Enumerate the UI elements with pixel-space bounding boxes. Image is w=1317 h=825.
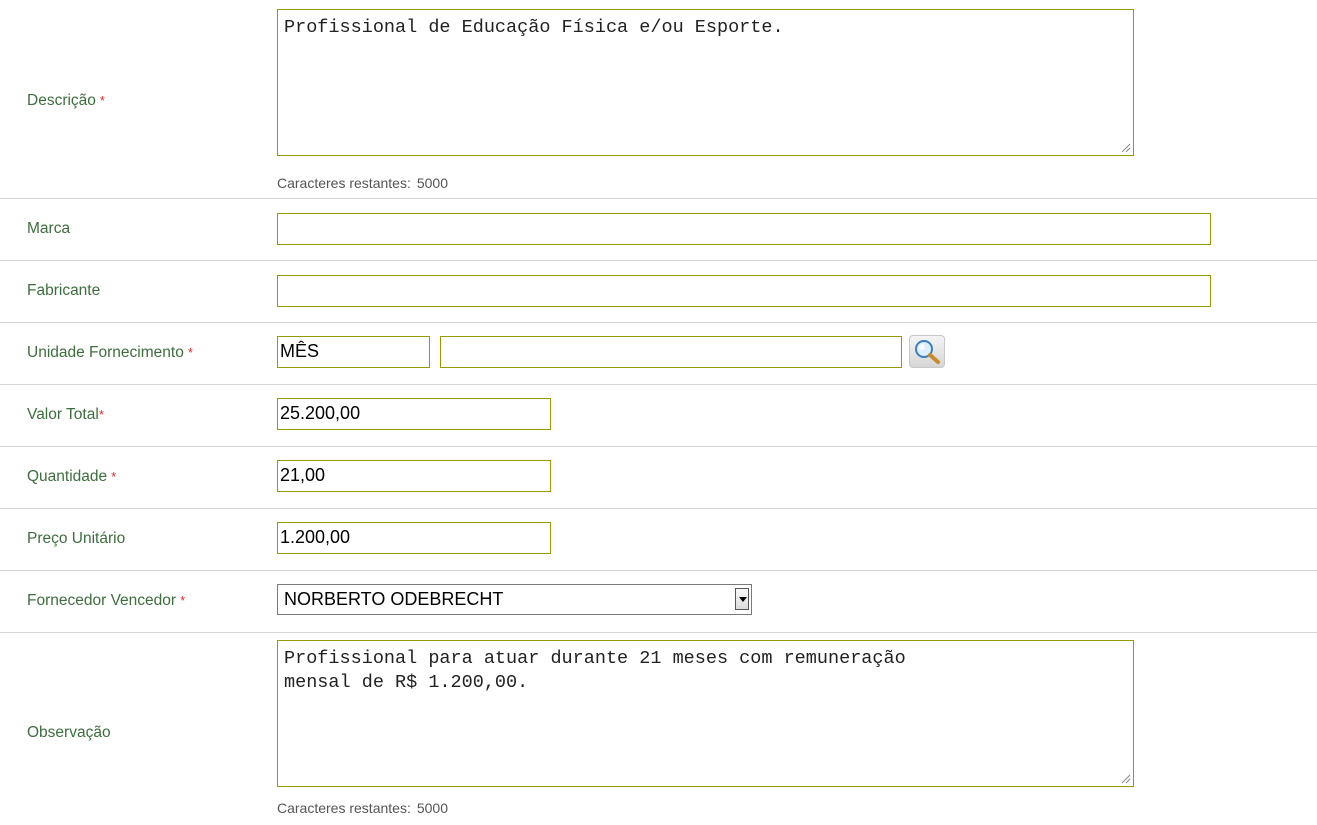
row-marca: Marca xyxy=(0,199,1317,261)
valor-total-label: Valor Total* xyxy=(27,406,104,423)
fabricante-label: Fabricante xyxy=(27,282,101,299)
row-fabricante: Fabricante xyxy=(0,261,1317,323)
required-marker: * xyxy=(98,407,104,422)
item-form: Descrição * Profissional de Educação Físi… xyxy=(0,0,1317,825)
fabricante-input[interactable] xyxy=(277,275,1211,307)
row-unidade: Unidade Fornecimento * MÊS xyxy=(0,323,1317,385)
unidade-description-input[interactable] xyxy=(440,336,902,368)
unidade-lookup-button[interactable] xyxy=(909,335,945,368)
quantidade-label: Quantidade * xyxy=(27,468,117,485)
descricao-remaining: Caracteres restantes: 5000 xyxy=(277,175,448,191)
marca-input[interactable] xyxy=(277,213,1211,245)
observacao-textarea[interactable]: Profissional para atuar durante 21 meses… xyxy=(277,640,1134,787)
observacao-remaining: Caracteres restantes: 5000 xyxy=(277,800,448,816)
required-marker: * xyxy=(111,469,117,484)
required-marker: * xyxy=(187,345,193,360)
preco-unitario-label: Preço Unitário xyxy=(27,530,126,547)
fornecedor-label: Fornecedor Vencedor * xyxy=(27,592,186,609)
quantidade-input[interactable]: 21,00 xyxy=(277,460,551,492)
row-quantidade: Quantidade * 21,00 xyxy=(0,447,1317,509)
row-preco-unitario: Preço Unitário 1.200,00 xyxy=(0,509,1317,571)
preco-unitario-input[interactable]: 1.200,00 xyxy=(277,522,551,554)
descricao-textarea[interactable]: Profissional de Educação Física e/ou Esp… xyxy=(277,9,1134,156)
fornecedor-selected-value: NORBERTO ODEBRECHT xyxy=(284,589,504,609)
resize-grip-icon[interactable] xyxy=(1121,774,1131,784)
unidade-code-input[interactable]: MÊS xyxy=(277,336,430,368)
observacao-label: Observação xyxy=(27,724,111,741)
descricao-label: Descrição * xyxy=(27,92,105,109)
valor-total-input[interactable]: 25.200,00 xyxy=(277,398,551,430)
resize-grip-icon[interactable] xyxy=(1121,143,1131,153)
unidade-label: Unidade Fornecimento * xyxy=(27,344,193,361)
row-descricao: Descrição * Profissional de Educação Físi… xyxy=(0,0,1317,199)
required-marker: * xyxy=(99,93,105,108)
required-marker: * xyxy=(180,593,186,608)
fornecedor-select[interactable]: NORBERTO ODEBRECHT xyxy=(277,584,752,615)
row-observacao: Observação Profissional para atuar duran… xyxy=(0,633,1317,825)
search-icon xyxy=(915,340,940,364)
row-fornecedor: Fornecedor Vencedor * NORBERTO ODEBRECHT xyxy=(0,571,1317,633)
chevron-down-icon[interactable] xyxy=(735,588,749,610)
row-valor-total: Valor Total* 25.200,00 xyxy=(0,385,1317,447)
marca-label: Marca xyxy=(27,220,71,237)
